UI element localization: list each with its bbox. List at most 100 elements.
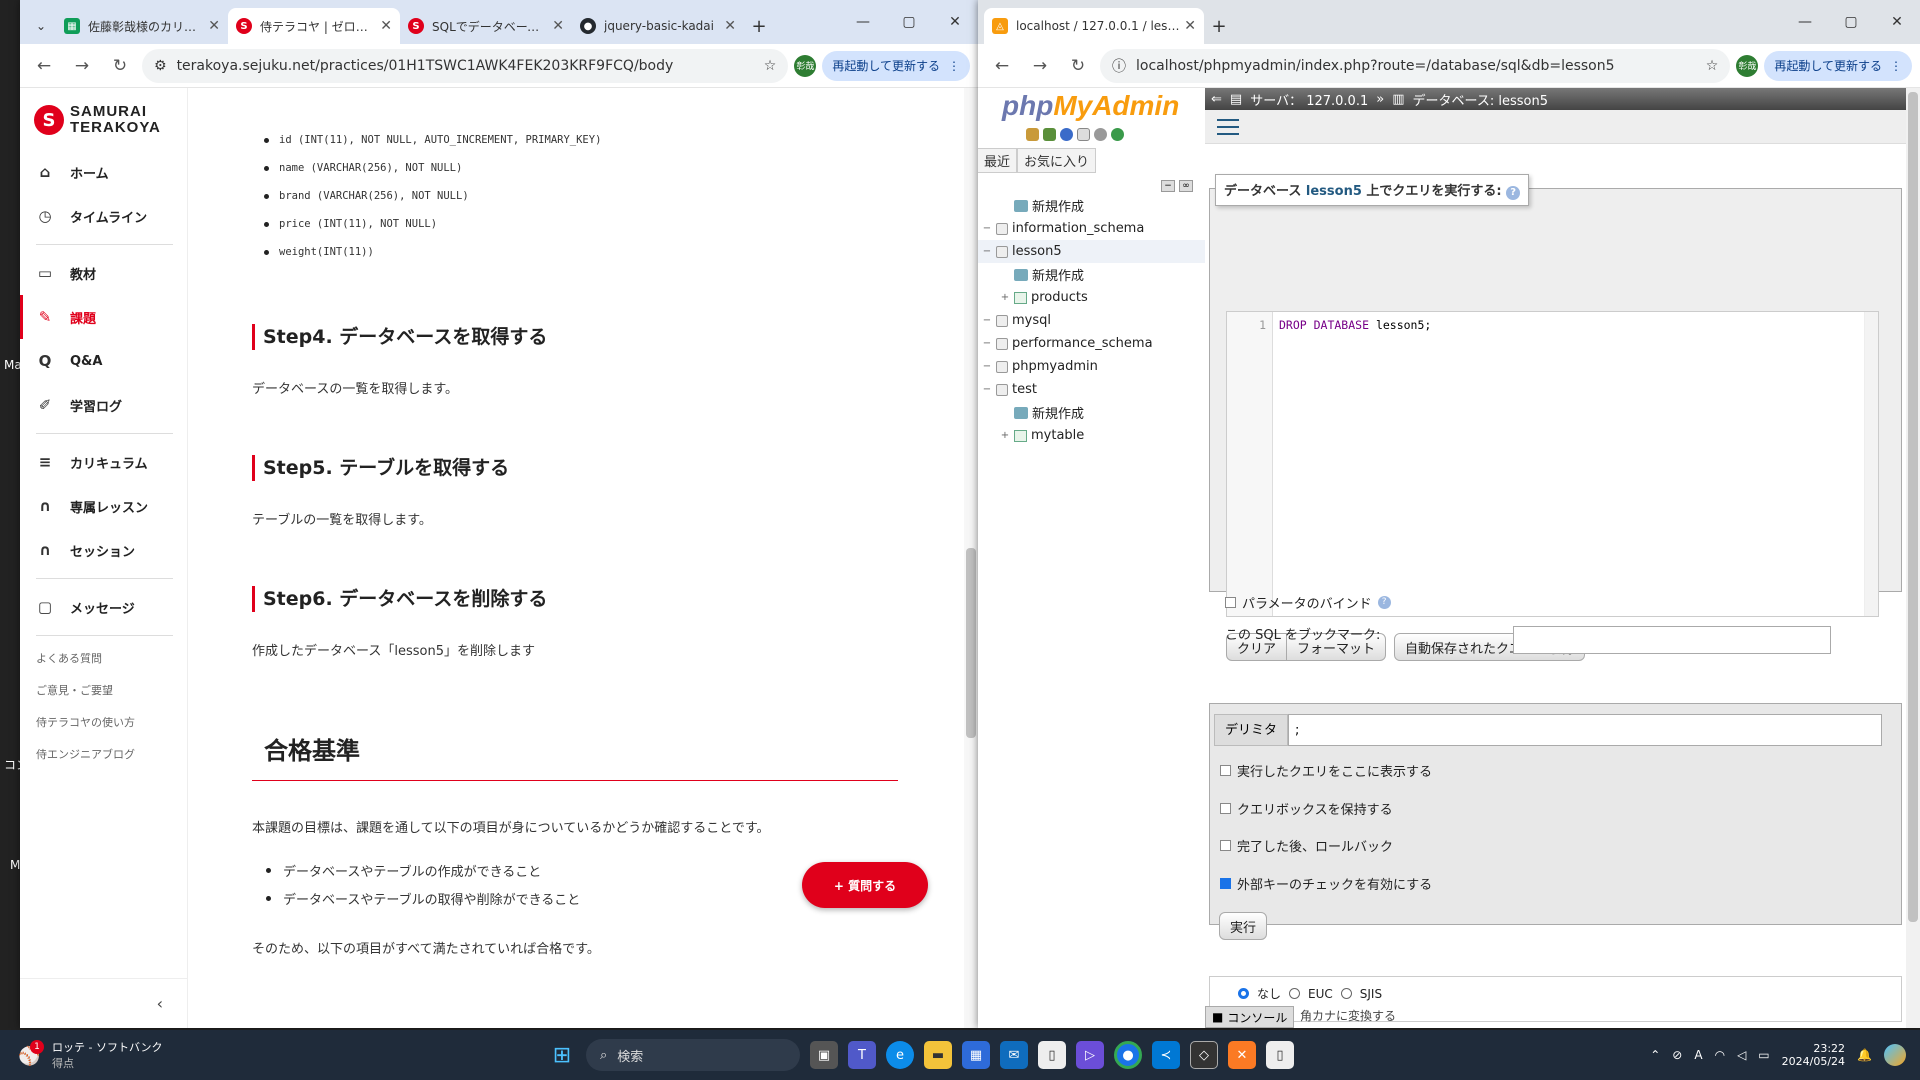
phpmyadmin-logo[interactable]: phpMyAdmin [1002, 88, 1205, 124]
chevron-up-icon[interactable]: ⌃ [1650, 1048, 1660, 1062]
new-tab-button[interactable]: + [1204, 8, 1234, 44]
tab-search-button[interactable]: ⌄ [26, 8, 56, 44]
windows-start-icon[interactable]: ⊞ [548, 1041, 576, 1069]
recent-tab[interactable]: 最近 [978, 147, 1018, 173]
tree-item-db[interactable]: − lesson5 [978, 240, 1205, 263]
close-icon[interactable]: ✕ [724, 18, 736, 34]
home-icon[interactable] [1026, 127, 1039, 141]
favorites-tab[interactable]: お気に入り [1017, 147, 1097, 173]
copilot-tray-icon[interactable] [1884, 1044, 1906, 1066]
info-icon[interactable]: ⓘ [1112, 56, 1126, 76]
xampp-icon[interactable]: ✕ [1228, 1041, 1256, 1069]
show-query-checkbox[interactable]: 実行したクエリをここに表示する [1220, 758, 1432, 782]
gear-icon[interactable] [1094, 127, 1107, 141]
hamburger-menu-icon[interactable] [1217, 118, 1239, 135]
refresh-icon[interactable] [1111, 127, 1124, 141]
go-button[interactable]: 実行 [1219, 912, 1268, 940]
notepad-icon[interactable]: ▯ [1038, 1041, 1066, 1069]
collapse-nav-icon[interactable]: ⇐ [1211, 92, 1222, 107]
forward-icon[interactable]: → [1024, 50, 1056, 82]
close-icon[interactable]: ✕ [380, 18, 392, 34]
logout-icon[interactable] [1043, 127, 1056, 141]
nav-materials[interactable]: ▭ 教材 [20, 251, 187, 295]
tab-terakoya[interactable]: S 侍テラコヤ | ゼロから始 ✕ [228, 8, 400, 44]
nav-timeline[interactable]: ◷ タイムライン [20, 194, 187, 238]
nav-messages[interactable]: ▢ メッセージ [20, 585, 187, 629]
close-icon[interactable]: ✕ [208, 18, 220, 34]
expand-icon[interactable]: − [982, 338, 992, 349]
file-explorer-icon[interactable]: ▬ [924, 1041, 952, 1069]
nav-study-log[interactable]: ✐ 学習ログ [20, 383, 187, 427]
help-icon[interactable] [1060, 127, 1073, 141]
nav-home[interactable]: ⌂ ホーム [20, 150, 187, 194]
chrome-icon[interactable]: ● [1114, 1041, 1142, 1069]
radio-icon[interactable] [1289, 988, 1301, 999]
forward-icon[interactable]: → [66, 50, 98, 82]
ask-question-button[interactable]: + 質問する [802, 862, 928, 908]
address-bar[interactable]: ⓘ localhost/phpmyadmin/index.php?route=/… [1100, 48, 1731, 83]
tree-item-db[interactable]: − phpmyadmin [978, 355, 1205, 378]
samurai-logo[interactable]: S SAMURAI TERAKOYA [34, 104, 187, 136]
reload-icon[interactable]: ↻ [104, 50, 136, 82]
bookmark-star-icon[interactable]: ☆ [764, 58, 777, 74]
tree-item-db[interactable]: − information_schema [978, 217, 1205, 240]
tree-item-db[interactable]: − test [978, 378, 1205, 401]
mail-icon[interactable]: ✉ [1000, 1041, 1028, 1069]
back-icon[interactable]: ← [986, 50, 1018, 82]
nav-qa[interactable]: Q Q&A [20, 339, 187, 383]
collapse-all-icon[interactable]: − [1161, 180, 1175, 192]
speaker-icon[interactable]: ◁ [1737, 1048, 1746, 1062]
new-tab-button[interactable]: + [744, 8, 774, 44]
minimize-icon[interactable]: — [1782, 14, 1828, 30]
avatar[interactable]: 彰哉 [794, 54, 817, 77]
close-icon[interactable]: ✕ [1184, 18, 1196, 34]
camera-off-icon[interactable]: ⊘ [1672, 1048, 1682, 1062]
3d-viewer-icon[interactable]: ◇ [1190, 1041, 1218, 1069]
minimize-icon[interactable]: — [840, 14, 886, 30]
tab-phpmyadmin[interactable]: ◬ localhost / 127.0.0.1 / lesson5 | ✕ [984, 8, 1204, 44]
teams-icon[interactable]: T [848, 1041, 876, 1069]
scrollbar-thumb[interactable] [966, 548, 976, 738]
checkbox-icon[interactable] [1220, 802, 1231, 814]
nav-private-lesson[interactable]: ∩ 専属レッスン [20, 484, 187, 528]
close-window-icon[interactable]: ✕ [932, 14, 978, 30]
close-window-icon[interactable]: ✕ [1874, 14, 1920, 30]
collapse-sidebar-button[interactable]: ‹ [20, 978, 187, 1028]
expand-icon[interactable]: − [982, 246, 992, 257]
wifi-icon[interactable]: ◠ [1715, 1048, 1725, 1062]
bookmark-star-icon[interactable]: ☆ [1706, 58, 1719, 74]
link-howto[interactable]: 侍テラコヤの使い方 [20, 706, 187, 738]
tree-item-table[interactable]: + products [978, 286, 1205, 309]
console-toggle[interactable]: ■ コンソール [1205, 1006, 1295, 1028]
maximize-icon[interactable]: ▢ [886, 14, 932, 30]
taskbar-search[interactable]: ⌕ 検索 [586, 1039, 800, 1071]
nav-assignments[interactable]: ✎ 課題 [20, 295, 187, 339]
scrollbar[interactable] [964, 88, 978, 1028]
site-info-icon[interactable]: ⚙ [154, 58, 167, 74]
editor-scrollbar[interactable] [1864, 312, 1878, 616]
update-button[interactable]: 再起動して更新する ⋮ [1764, 50, 1912, 81]
vscode-icon[interactable]: ≺ [1152, 1041, 1180, 1069]
breadcrumb-server[interactable]: サーバ： 127.0.0.1 [1250, 90, 1368, 109]
checkbox-icon[interactable] [1220, 764, 1231, 776]
nav-curriculum[interactable]: ≡ カリキュラム [20, 440, 187, 484]
expand-icon[interactable]: − [982, 384, 992, 395]
copilot-icon[interactable]: ▷ [1076, 1041, 1104, 1069]
tab-sheets[interactable]: ▦ 佐藤彰哉様のカリキュ ✕ [56, 8, 228, 44]
checkbox-icon[interactable] [1220, 839, 1231, 851]
tree-item-new[interactable]: 新規作成 [978, 194, 1205, 217]
news-widget[interactable]: ⚾ 1 ロッテ - ソフトバンク 得点 [18, 1039, 163, 1071]
radio-icon[interactable] [1340, 988, 1352, 999]
help-icon[interactable]: ? [1377, 595, 1391, 609]
tree-item-table[interactable]: + mytable [978, 424, 1205, 447]
expand-icon[interactable]: + [1000, 292, 1010, 303]
docs-icon[interactable] [1077, 127, 1090, 141]
store-icon[interactable]: ▦ [962, 1041, 990, 1069]
avatar[interactable]: 彰哉 [1736, 54, 1759, 77]
retain-box-checkbox[interactable]: クエリボックスを保持する [1220, 796, 1393, 820]
scrollbar[interactable] [1906, 88, 1920, 1028]
tree-item-new[interactable]: 新規作成 [978, 263, 1205, 286]
link-feedback[interactable]: ご意見・ご要望 [20, 674, 187, 706]
task-view-icon[interactable]: ▣ [810, 1041, 838, 1069]
link-icon[interactable]: ∞ [1179, 180, 1193, 192]
